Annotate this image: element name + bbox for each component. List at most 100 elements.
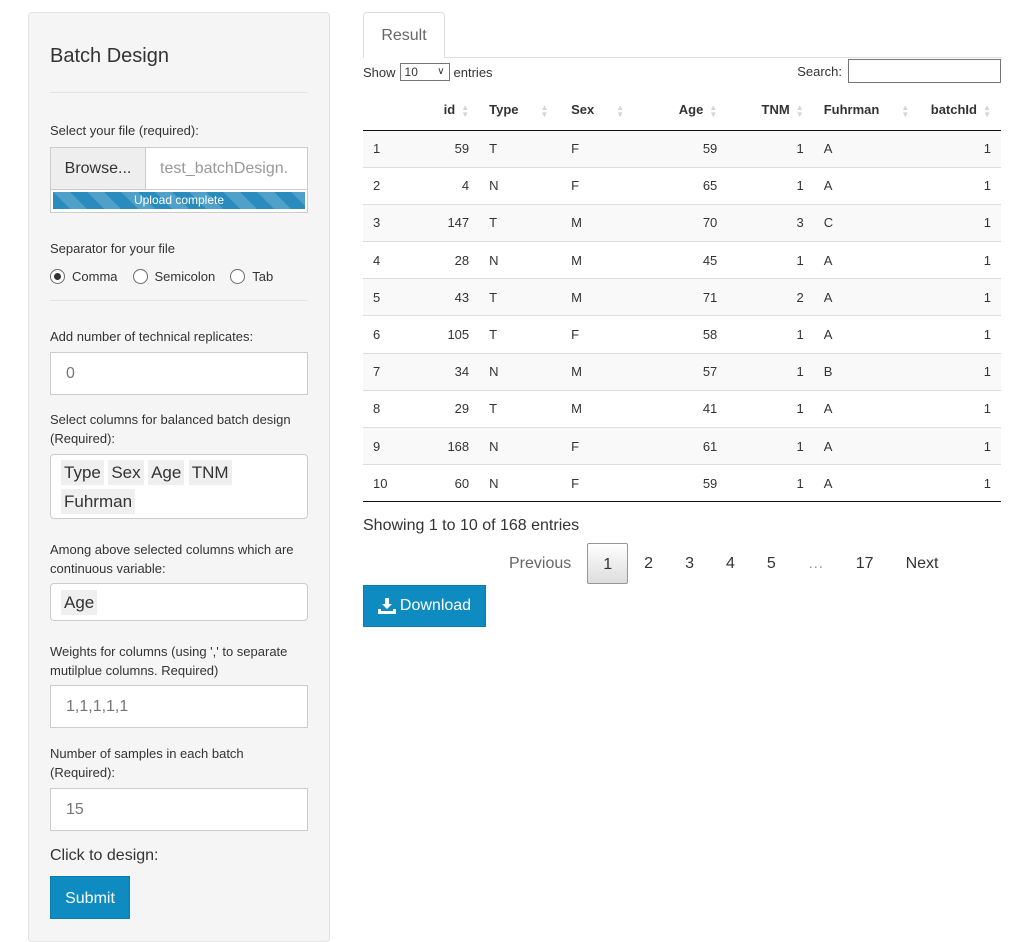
table-row[interactable]: 5 43 T M 71 2 A 1 bbox=[363, 278, 1001, 316]
tab-result[interactable]: Result bbox=[363, 12, 445, 58]
weights-label-line: mutilplue columns. Required) bbox=[50, 663, 219, 678]
pagination-page[interactable]: 2 bbox=[628, 543, 669, 584]
column-header-index bbox=[363, 91, 415, 131]
columns-label: Select columns for balanced batch design… bbox=[50, 410, 308, 448]
table-cell: N bbox=[479, 352, 562, 391]
pagination-previous[interactable]: Previous bbox=[493, 543, 587, 584]
table-cell: T bbox=[479, 278, 562, 316]
samples-label-line: Number of samples in each batch bbox=[50, 746, 244, 761]
column-header-batchid[interactable]: batchId ▲ ▼ bbox=[920, 91, 1001, 131]
selected-chip[interactable]: Type bbox=[61, 460, 104, 485]
pagination-page[interactable]: 17 bbox=[840, 543, 890, 584]
pagination-ellipsis: … bbox=[807, 555, 824, 572]
replicates-input[interactable]: 0 bbox=[50, 352, 308, 395]
selected-chip[interactable]: Fuhrman bbox=[61, 489, 136, 514]
column-header-age[interactable]: Age ▲ ▼ bbox=[639, 91, 728, 131]
download-button[interactable]: Download bbox=[363, 585, 486, 627]
table-cell: 58 bbox=[639, 315, 728, 354]
table-cell: T bbox=[479, 130, 562, 168]
radio-label: Comma bbox=[72, 268, 118, 284]
radio-semicolon[interactable]: Semicolon bbox=[132, 268, 215, 284]
selected-chip[interactable]: Age bbox=[61, 590, 98, 615]
table-cell: 1 bbox=[727, 315, 814, 354]
weights-input[interactable]: 1,1,1,1,1 bbox=[50, 685, 308, 728]
pagination-page[interactable]: 3 bbox=[669, 543, 710, 584]
samples-input[interactable]: 15 bbox=[50, 788, 308, 831]
table-row[interactable]: 9 168 N F 61 1 A 1 bbox=[363, 426, 1001, 465]
table-cell: N bbox=[479, 426, 562, 465]
table-cell: 147 bbox=[414, 203, 480, 242]
upload-progress: Upload complete bbox=[50, 190, 308, 213]
table-row[interactable]: 7 34 N M 57 1 B 1 bbox=[363, 352, 1001, 391]
table-cell: A bbox=[813, 130, 921, 168]
chevron-down-icon: ∨ bbox=[437, 66, 445, 77]
table-row[interactable]: 2 4 N F 65 1 A 1 bbox=[363, 166, 1001, 205]
sort-icon: ▲ ▼ bbox=[901, 103, 910, 120]
replicates-label: Add number of technical replicates: bbox=[50, 329, 254, 344]
radio-button[interactable] bbox=[132, 268, 148, 284]
sort-icon: ▲ ▼ bbox=[983, 103, 991, 120]
table-row[interactable]: 1 59 T F 59 1 A 1 bbox=[363, 130, 1001, 168]
radio-button-checked[interactable] bbox=[50, 268, 65, 284]
weights-label: Weights for columns (using ',' to separa… bbox=[50, 642, 308, 680]
table-cell: A bbox=[813, 166, 921, 205]
continuous-label-line: Among above selected columns which are bbox=[50, 542, 294, 557]
table-cell: 70 bbox=[639, 203, 728, 242]
search-label: Search: bbox=[797, 63, 842, 79]
column-header-fuhrman[interactable]: Fuhrman ▲ ▼ bbox=[813, 91, 921, 131]
table-cell: N bbox=[479, 464, 562, 503]
table-cell: 8 bbox=[363, 389, 415, 428]
selected-chip[interactable]: Age bbox=[148, 460, 185, 485]
table-cell: 59 bbox=[639, 464, 728, 503]
column-header-id[interactable]: id ▲ ▼ bbox=[414, 91, 480, 131]
tab-divider bbox=[445, 57, 1001, 58]
table-cell: T bbox=[479, 389, 562, 428]
columns-label-line: (Required): bbox=[50, 431, 116, 446]
show-label: Show bbox=[363, 64, 396, 80]
divider bbox=[50, 300, 308, 301]
submit-button[interactable]: Submit bbox=[50, 876, 130, 919]
pagination-next[interactable]: Next bbox=[890, 543, 955, 584]
page-length-value: 10 bbox=[404, 65, 418, 79]
page-length-control: Show 10 ∨ entries bbox=[363, 61, 493, 83]
page-length-select[interactable]: 10 ∨ bbox=[399, 63, 450, 81]
table-cell: A bbox=[813, 389, 921, 428]
columns-multiselect[interactable]: Type Sex Age TNM Fuhrman bbox=[50, 454, 308, 519]
file-input[interactable]: Browse... test_batchDesign. bbox=[50, 147, 308, 190]
table-cell: 105 bbox=[414, 315, 480, 354]
table-cell: 1 bbox=[920, 315, 1001, 354]
table-row[interactable]: 6 105 T F 58 1 A 1 bbox=[363, 315, 1001, 354]
selected-chip[interactable]: Sex bbox=[108, 460, 144, 485]
design-label: Click to design: bbox=[50, 847, 159, 864]
table-cell: C bbox=[813, 203, 921, 242]
pagination-page[interactable]: 5 bbox=[751, 543, 792, 584]
sort-icon: ▲ ▼ bbox=[540, 103, 549, 120]
column-header-type[interactable]: Type ▲ ▼ bbox=[479, 91, 562, 131]
search-input[interactable] bbox=[848, 59, 1001, 83]
table-row[interactable]: 4 28 N M 45 1 A 1 bbox=[363, 241, 1001, 279]
table-cell: 59 bbox=[414, 130, 480, 168]
pagination-page[interactable]: 4 bbox=[710, 543, 751, 584]
radio-label: Tab bbox=[252, 268, 274, 284]
table-cell: F bbox=[561, 130, 639, 168]
table-cell: 4 bbox=[363, 241, 415, 279]
radio-comma[interactable]: Comma bbox=[50, 268, 118, 284]
table-cell: A bbox=[813, 278, 921, 316]
radio-tab[interactable]: Tab bbox=[230, 268, 274, 284]
columns-label-line: Select columns for balanced batch design bbox=[50, 412, 291, 427]
table-cell: 1 bbox=[727, 166, 814, 205]
continuous-label-line: continuous variable: bbox=[50, 561, 166, 576]
column-header-sex[interactable]: Sex ▲ ▼ bbox=[561, 91, 639, 131]
weights-label-line: Weights for columns (using ',' to separa… bbox=[50, 644, 288, 659]
pagination-page-current[interactable]: 1 bbox=[587, 543, 629, 584]
table-row[interactable]: 3 147 T M 70 3 C 1 bbox=[363, 203, 1001, 242]
table-row[interactable]: 10 60 N F 59 1 A 1 bbox=[363, 464, 1001, 503]
browse-button[interactable]: Browse... bbox=[51, 148, 146, 189]
table-cell: 1 bbox=[727, 130, 814, 168]
radio-button[interactable] bbox=[230, 268, 246, 284]
selected-chip[interactable]: TNM bbox=[188, 460, 232, 485]
table-cell: 6 bbox=[363, 315, 415, 354]
column-header-tnm[interactable]: TNM ▲ ▼ bbox=[727, 91, 814, 131]
table-row[interactable]: 8 29 T M 41 1 A 1 bbox=[363, 389, 1001, 428]
continuous-multiselect[interactable]: Age bbox=[50, 583, 308, 621]
